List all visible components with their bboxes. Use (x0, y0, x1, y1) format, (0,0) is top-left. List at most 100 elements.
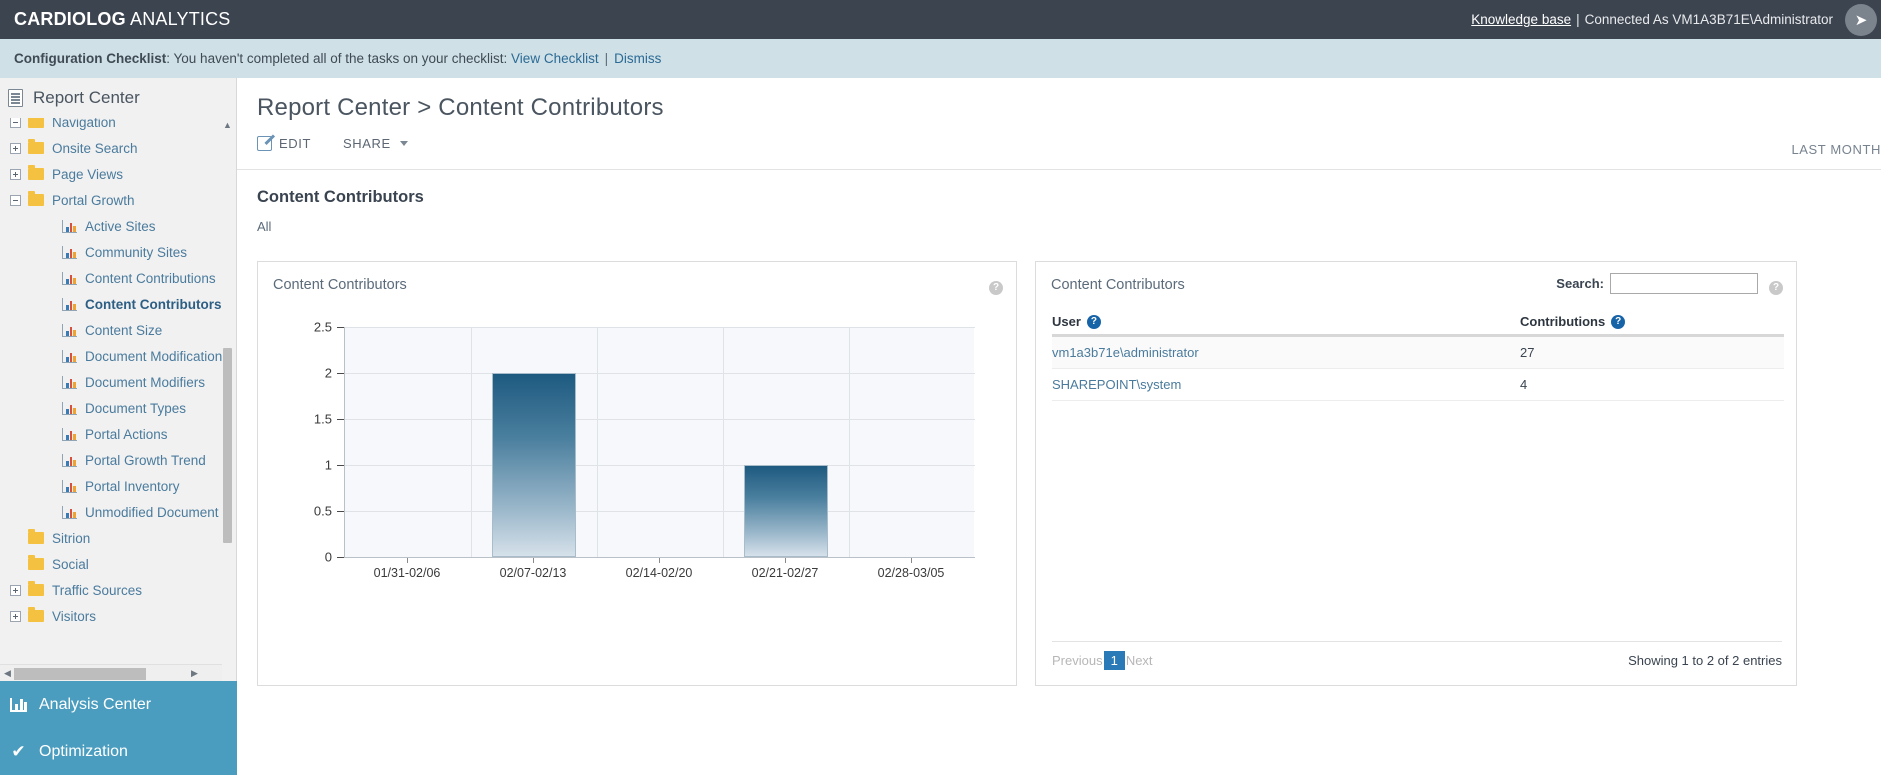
folder-icon (28, 581, 44, 596)
expand-icon[interactable] (10, 142, 21, 154)
sidebar-item-label: Content Contributions (85, 270, 216, 286)
column-header-user[interactable]: User ? (1052, 314, 1520, 329)
x-axis-tick (533, 558, 534, 563)
sidebar-item-portal-actions[interactable]: Portal Actions (0, 421, 226, 447)
check-icon: ✔ (11, 741, 26, 761)
chart-help-icon-wrap[interactable]: ? (989, 277, 1003, 295)
sidebar-item-label: Unmodified Document (85, 504, 219, 520)
sidebar-item-social[interactable]: Social (0, 551, 226, 577)
x-axis-label: 02/14-02/20 (625, 566, 693, 580)
bar-chart-icon (62, 479, 77, 493)
chart-bar[interactable] (492, 373, 576, 557)
bar-chart-icon (62, 219, 77, 233)
cell-user[interactable]: vm1a3b71e\administrator (1052, 345, 1520, 360)
sidebar-item-visitors[interactable]: Visitors (0, 603, 226, 629)
sidebar-item-label: Visitors (52, 608, 97, 624)
y-axis-tick (337, 557, 344, 558)
gridline-vertical (471, 327, 472, 557)
sidebar-item-content-contributors[interactable]: Content Contributors (0, 291, 226, 317)
sidebar-item-portal-growth-trend[interactable]: Portal Growth Trend (0, 447, 226, 473)
sidebar-item-document-modification[interactable]: Document Modification (0, 343, 226, 369)
help-icon[interactable]: ? (989, 280, 1003, 295)
column-header-label: Contributions (1520, 314, 1606, 329)
dismiss-link[interactable]: Dismiss (614, 51, 661, 66)
y-axis-tick (337, 327, 344, 328)
sidebar-item-label: Page Views (52, 166, 124, 182)
date-range-selector[interactable]: LAST MONTH (1791, 142, 1881, 157)
sidebar-item-page-views[interactable]: Page Views (0, 161, 226, 187)
table-help-icon-wrap[interactable]: ? (1769, 277, 1783, 295)
expand-icon[interactable] (10, 610, 21, 622)
table-widget-title: Content Contributors (1051, 277, 1185, 293)
sidebar-item-document-modifiers[interactable]: Document Modifiers (0, 369, 226, 395)
app-logo: CARDIOLOG ANALYTICS (14, 9, 231, 30)
help-icon[interactable]: ? (1086, 314, 1101, 329)
top-bar: CARDIOLOG ANALYTICS Knowledge base | Con… (0, 0, 1881, 39)
help-icon[interactable]: ? (1769, 280, 1783, 295)
sidebar-vertical-scrollbar[interactable]: ▲ ▼ (222, 118, 233, 728)
column-header-label: User (1052, 314, 1081, 329)
x-axis-tick (785, 558, 786, 563)
previous-page-button[interactable]: Previous (1052, 653, 1103, 668)
sidebar-item-label: Portal Growth (52, 192, 135, 208)
chart-widget-title: Content Contributors (273, 277, 407, 293)
search-input[interactable] (1610, 273, 1758, 294)
sidebar-item-active-sites[interactable]: Active Sites (0, 213, 226, 239)
help-icon[interactable]: ? (1611, 314, 1626, 329)
chart-bar[interactable] (744, 465, 828, 557)
sidebar-item-onsite-search[interactable]: Onsite Search (0, 135, 226, 161)
collapse-icon[interactable] (10, 118, 21, 128)
sidebar-item-document-types[interactable]: Document Types (0, 395, 226, 421)
share-button[interactable]: SHARE (343, 136, 408, 151)
sidebar-item-portal-growth[interactable]: Portal Growth (0, 187, 226, 213)
scroll-up-icon[interactable]: ▲ (222, 120, 233, 131)
sidebar-item-content-contributions[interactable]: Content Contributions (0, 265, 226, 291)
y-axis-label: 2.5 (313, 319, 332, 335)
sidebar-item-label: Analysis Center (39, 695, 152, 713)
bar-chart-icon (62, 349, 77, 363)
y-axis-label: 1 (324, 457, 332, 473)
navigation-arrow-icon[interactable]: ➤ (1845, 4, 1877, 36)
scroll-thumb-horizontal[interactable] (14, 668, 146, 680)
sidebar-item-unmodified-document[interactable]: Unmodified Document (0, 499, 226, 525)
sidebar-title: Report Center (33, 88, 140, 107)
scroll-left-icon[interactable]: ◀ (2, 668, 13, 679)
cell-user[interactable]: SHAREPOINT\system (1052, 377, 1520, 392)
expand-icon[interactable] (10, 168, 21, 180)
sidebar-item-community-sites[interactable]: Community Sites (0, 239, 226, 265)
pencil-icon (257, 136, 272, 151)
column-header-contributions[interactable]: Contributions ? (1520, 314, 1626, 329)
sidebar-horizontal-scrollbar[interactable]: ◀ ▶ (0, 664, 222, 681)
gridline-horizontal (345, 373, 975, 374)
scroll-right-icon[interactable]: ▶ (189, 668, 200, 679)
chart-widget: Content Contributors ? 0 0.5 1 1.5 2 2.5 01/31… (257, 261, 1017, 686)
table-row[interactable]: SHAREPOINT\system 4 (1052, 369, 1784, 401)
edit-button[interactable]: EDIT (257, 136, 311, 151)
sidebar-item-navigation[interactable]: Navigation (0, 118, 226, 135)
expand-icon[interactable] (10, 584, 21, 596)
sidebar-item-portal-inventory[interactable]: Portal Inventory (0, 473, 226, 499)
connected-as-label: Connected As VM1A3B71E\Administrator (1584, 12, 1833, 27)
page-number-button[interactable]: 1 (1103, 651, 1125, 670)
x-axis-label: 02/07-02/13 (499, 566, 567, 580)
report-tree-scroll-area[interactable]: Navigation Onsite Search Page Views Portal … (0, 118, 237, 733)
report-header: Content Contributors All (237, 170, 1881, 234)
sidebar-item-analysis-center[interactable]: Analysis Center (0, 681, 237, 728)
next-page-button[interactable]: Next (1126, 653, 1153, 668)
sidebar-item-optimization[interactable]: ✔ Optimization (0, 728, 237, 775)
table-search: Search: (1556, 273, 1758, 294)
table-row[interactable]: vm1a3b71e\administrator 27 (1052, 337, 1784, 369)
view-checklist-link[interactable]: View Checklist (511, 51, 599, 66)
sidebar-item-sitrion[interactable]: Sitrion (0, 525, 226, 551)
configuration-checklist-banner: Configuration Checklist: You haven't com… (0, 39, 1881, 78)
sidebar-item-label: Community Sites (85, 244, 188, 260)
sidebar-item-traffic-sources[interactable]: Traffic Sources (0, 577, 226, 603)
knowledge-base-link[interactable]: Knowledge base (1471, 12, 1571, 27)
sidebar-item-label: Document Types (85, 400, 187, 416)
scroll-thumb-vertical[interactable] (223, 348, 232, 543)
gridline-vertical (597, 327, 598, 557)
sidebar-item-content-size[interactable]: Content Size (0, 317, 226, 343)
checklist-text: : You haven't completed all of the tasks… (166, 51, 512, 66)
collapse-icon[interactable] (10, 194, 21, 206)
folder-icon (28, 529, 44, 544)
